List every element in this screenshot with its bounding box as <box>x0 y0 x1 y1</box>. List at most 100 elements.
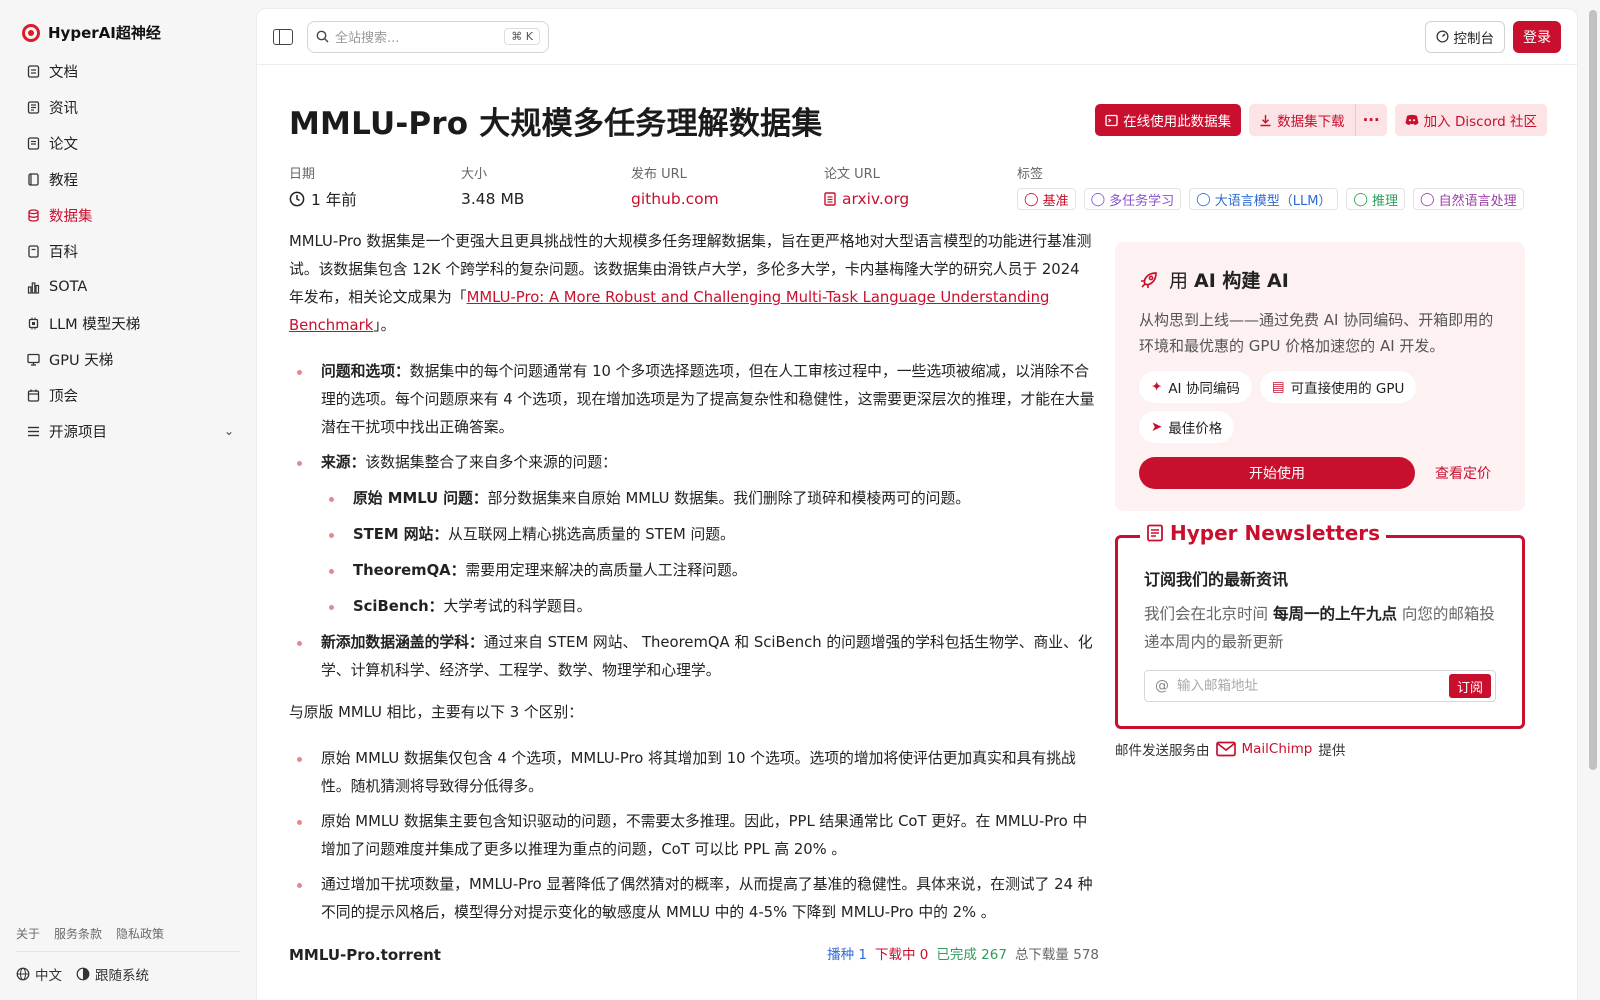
item-title: SciBench： <box>353 598 444 615</box>
cpu-icon <box>26 316 40 330</box>
sidebar-item-datasets[interactable]: 数据集 <box>16 197 244 233</box>
pricing-link[interactable]: 查看定价 <box>1435 463 1491 483</box>
newsletter-description: 我们会在北京时间 每周一的上午九点 向您的邮箱投递本周内的最新更新 <box>1144 600 1496 656</box>
email-input[interactable] <box>1177 678 1441 694</box>
discord-icon <box>1405 114 1419 125</box>
list-item: 新添加数据涵盖的学科：通过来自 STEM 网站、 TheoremQA 和 Sci… <box>289 629 1099 685</box>
globe-icon <box>16 967 30 981</box>
feature-label: 最佳价格 <box>1168 421 1223 437</box>
meta-size: 大小 3.48 MB <box>461 163 631 210</box>
discord-button[interactable]: 加入 Discord 社区 <box>1394 104 1547 136</box>
tag-nlp[interactable]: ◯ 自然语言处理 <box>1413 188 1524 210</box>
mailchimp-label: MailChimp <box>1241 741 1313 757</box>
downloading-count: 下载中 0 <box>874 947 929 963</box>
size-value: 3.48 MB <box>461 190 525 208</box>
theme-switch[interactable]: 跟随系统 <box>76 964 149 984</box>
feature-label: 可直接使用的 GPU <box>1290 381 1405 397</box>
tag-label: 自然语言处理 <box>1438 193 1517 209</box>
sidebar-toggle-icon[interactable] <box>273 28 293 45</box>
item-title: 来源： <box>321 454 366 471</box>
brand[interactable]: HyperAI超神经 <box>16 18 244 47</box>
intro-end: 」。 <box>373 317 396 334</box>
tag-multitask[interactable]: ◯ 多任务学习 <box>1083 188 1182 210</box>
login-button[interactable]: 登录 <box>1513 20 1561 53</box>
newspaper-icon <box>1147 524 1163 542</box>
newsletter-title: Hyper Newsletters <box>1170 521 1381 545</box>
compare-intro: 与原版 MMLU 相比，主要有以下 3 个区别： <box>289 704 584 721</box>
sidebar-item-news[interactable]: 资讯 <box>16 89 244 125</box>
sidebar-item-sota[interactable]: SOTA <box>16 269 244 305</box>
about-link[interactable]: 关于 <box>16 925 40 942</box>
language-label: 中文 <box>35 968 62 984</box>
feature-label: AI 协同编码 <box>1168 381 1240 397</box>
list-item: 来源：该数据集整合了来自多个来源的问题： 原始 MMLU 问题：部分数据集来自原… <box>289 449 1099 621</box>
tag-icon: ◯ <box>1420 191 1435 207</box>
difference-list: 原始 MMLU 数据集仅包含 4 个选项，MMLU-Pro 将其增加到 10 个… <box>289 745 1099 927</box>
list-item: 原始 MMLU 数据集仅包含 4 个选项，MMLU-Pro 将其增加到 10 个… <box>289 745 1099 801</box>
mailchimp-link[interactable]: MailChimp <box>1215 741 1313 757</box>
list-item: SciBench：大学考试的科学题目。 <box>321 593 1099 621</box>
sidebar-item-encyclopedia[interactable]: 百科 <box>16 233 244 269</box>
desc-bold: 每周一的上午九点 <box>1272 605 1397 623</box>
torrent-title[interactable]: MMLU-Pro.torrent <box>289 941 441 969</box>
right-aside: 用 AI 构建 AI 从构思到上线——通过免费 AI 协同编码、开箱即用的环境和… <box>1115 242 1525 759</box>
gauge-icon <box>1435 30 1449 43</box>
list-item: 问题和选项：数据集中的每个问题通常有 10 个多项选择题选项，但在人工审核过程中… <box>289 358 1099 442</box>
start-button[interactable]: 开始使用 <box>1139 457 1415 489</box>
promo-title: 用 AI 构建 AI <box>1139 266 1501 293</box>
tag-icon: ◯ <box>1353 191 1368 207</box>
search-input[interactable]: 全站搜索... ⌘ K <box>307 20 549 53</box>
meta-paper: 论文 URL arxiv.org <box>824 163 1017 210</box>
sidebar-item-open-source[interactable]: 开源项目 ⌄ <box>16 413 244 449</box>
use-online-label: 在线使用此数据集 <box>1123 114 1232 130</box>
sidebar-item-gpu-ladder[interactable]: GPU 天梯 <box>16 341 244 377</box>
rocket-icon <box>1141 271 1157 288</box>
sidebar-item-docs[interactable]: 文档 <box>16 53 244 89</box>
list-item: STEM 网站：从互联网上精心挑选高质量的 STEM 问题。 <box>321 521 1099 549</box>
release-label: 发布 URL <box>631 167 687 182</box>
sidebar-item-conferences[interactable]: 顶会 <box>16 377 244 413</box>
torrent-stats: 播种 1 下载中 0 已完成 267 总下载量 578 <box>827 941 1099 969</box>
item-title: 新添加数据涵盖的学科： <box>321 634 484 651</box>
sidebar-item-llm-ladder[interactable]: LLM 模型天梯 <box>16 305 244 341</box>
download-icon <box>1260 114 1271 126</box>
download-button[interactable]: 数据集下载 <box>1249 104 1355 136</box>
date-label: 日期 <box>289 167 316 182</box>
sidebar-item-papers[interactable]: 论文 <box>16 125 244 161</box>
release-link[interactable]: github.com <box>631 188 824 210</box>
more-options-button[interactable]: ··· <box>1354 104 1387 136</box>
tag-llm[interactable]: ◯ 大语言模型（LLM） <box>1189 188 1339 210</box>
newsletter-heading: 订阅我们的最新资讯 <box>1144 570 1289 589</box>
sidebar-item-label: GPU 天梯 <box>49 352 114 369</box>
terms-link[interactable]: 服务条款 <box>54 925 102 942</box>
desc-before: 我们会在北京时间 <box>1144 605 1269 623</box>
tags-label: 标签 <box>1017 167 1044 182</box>
search-shortcut: ⌘ K <box>504 28 540 45</box>
sidebar-item-tutorials[interactable]: 教程 <box>16 161 244 197</box>
sidebar-item-label: LLM 模型天梯 <box>49 316 141 333</box>
sidebar-item-label: SOTA <box>49 279 88 295</box>
use-online-button[interactable]: 在线使用此数据集 <box>1095 104 1242 136</box>
privacy-link[interactable]: 隐私政策 <box>116 925 164 942</box>
sparkle-icon: ✦ <box>1151 379 1163 395</box>
feature-chip: ➤ 最佳价格 <box>1139 411 1235 443</box>
main-panel: 全站搜索... ⌘ K 控制台 登录 MMLU-Pro 大规模多任务理解数据集 … <box>256 8 1578 1000</box>
tag-icon: ◯ <box>1090 191 1106 207</box>
list-item: 原始 MMLU 数据集主要包含知识驱动的问题，不需要太多推理。因此，PPL 结果… <box>289 808 1099 864</box>
scrollbar[interactable] <box>1586 8 1600 1000</box>
tag-reasoning[interactable]: ◯ 推理 <box>1346 188 1405 210</box>
theme-icon <box>76 967 90 981</box>
chart-icon <box>26 280 40 294</box>
item-text: 数据集中的每个问题通常有 10 个多项选择题选项，但在人工审核过程中，一些选项被… <box>321 363 1095 436</box>
promo-title-main: AI 构建 AI <box>1194 270 1289 292</box>
tag-icon: ◯ <box>1024 191 1039 207</box>
subscribe-button[interactable]: 订阅 <box>1448 674 1491 698</box>
scrollbar-thumb[interactable] <box>1589 10 1597 770</box>
console-button[interactable]: 控制台 <box>1424 20 1505 53</box>
item-text: 大学考试的科学题目。 <box>443 598 592 615</box>
topbar: 全站搜索... ⌘ K 控制台 登录 <box>257 9 1577 65</box>
language-switch[interactable]: 中文 <box>16 964 62 984</box>
chevron-down-icon[interactable]: ⌄ <box>224 424 234 438</box>
paper-link[interactable]: arxiv.org <box>824 188 1017 210</box>
tag-benchmark[interactable]: ◯ 基准 <box>1017 188 1076 210</box>
